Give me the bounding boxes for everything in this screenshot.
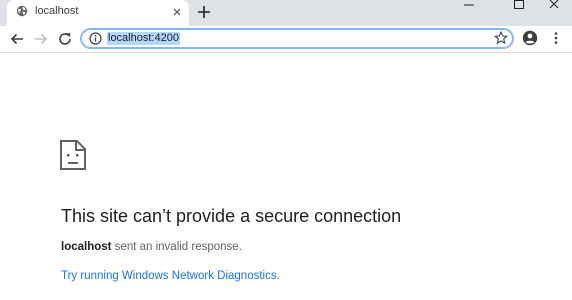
network-diagnostics-link[interactable]: Try running Windows Network Diagnostics. <box>61 270 280 282</box>
minimize-window-icon[interactable] <box>454 0 484 10</box>
address-bar[interactable]: localhost:4200 <box>80 28 514 49</box>
reload-icon[interactable] <box>57 31 73 47</box>
url-text[interactable]: localhost:4200 <box>107 32 180 45</box>
info-icon[interactable] <box>89 32 102 45</box>
error-host: localhost <box>61 241 112 253</box>
error-detail: localhost sent an invalid response. <box>61 241 242 253</box>
forward-arrow-icon[interactable] <box>33 31 49 47</box>
close-window-icon[interactable] <box>540 0 570 10</box>
kebab-menu-icon[interactable] <box>548 30 564 46</box>
account-icon[interactable] <box>522 30 538 46</box>
tab-strip: localhost <box>0 0 572 26</box>
back-arrow-icon[interactable] <box>9 31 25 47</box>
sad-page-icon <box>60 140 86 170</box>
globe-icon <box>16 5 28 17</box>
tab-localhost[interactable]: localhost <box>7 0 189 26</box>
error-detail-text: sent an invalid response. <box>111 241 242 253</box>
error-page: This site can’t provide a secure connect… <box>0 53 572 300</box>
maximize-window-icon[interactable] <box>504 0 534 10</box>
error-heading: This site can’t provide a secure connect… <box>61 206 402 226</box>
new-tab-icon[interactable] <box>196 4 212 20</box>
star-icon[interactable] <box>494 31 508 45</box>
tab-title: localhost <box>35 5 79 17</box>
browser-toolbar: localhost:4200 <box>0 26 572 53</box>
close-icon[interactable] <box>170 5 184 19</box>
